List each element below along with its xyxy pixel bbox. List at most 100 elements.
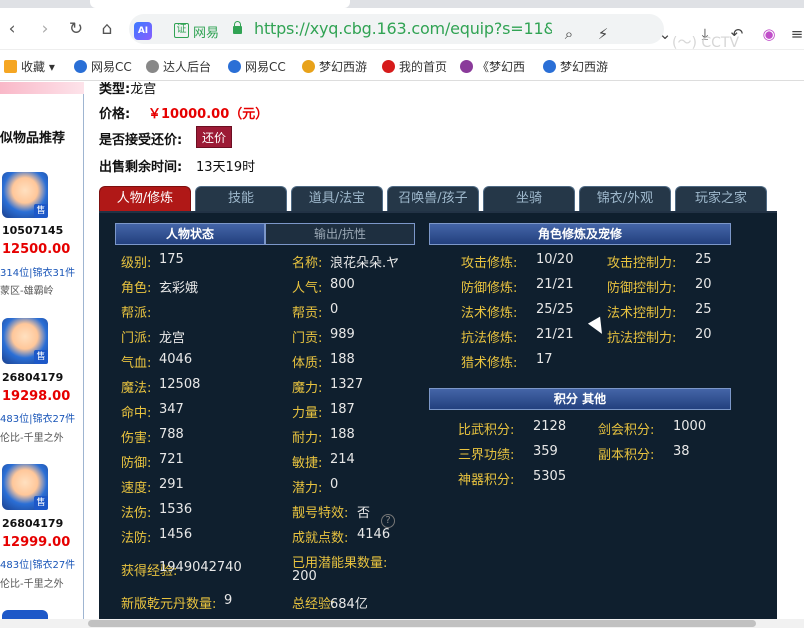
points-value: 1000	[673, 419, 707, 434]
item-id: 26804179	[2, 371, 64, 384]
browser-tab-strip	[0, 0, 804, 8]
bargain-label: 是否接受还价:	[99, 133, 183, 148]
tab-character[interactable]: 人物/修炼	[99, 186, 191, 212]
tab-player-home[interactable]: 玩家之家	[675, 186, 767, 212]
game-icon	[460, 60, 473, 73]
bookmark-label: 我的首页	[399, 60, 448, 74]
tab-skills[interactable]: 技能	[195, 186, 287, 212]
bookmark-label: 收藏	[21, 60, 46, 74]
price-label: 价格:	[99, 107, 131, 122]
time-value: 13天19时	[196, 160, 256, 175]
stat-label: 人气:	[292, 281, 323, 296]
stat-label: 法防:	[121, 531, 152, 546]
reload-icon[interactable]: ↻	[66, 19, 86, 39]
bookmark-label: 网易CC	[91, 60, 132, 74]
points-label: 比武积分:	[458, 423, 515, 438]
stat-label: 气血:	[121, 356, 152, 371]
stat-value: 788	[159, 427, 184, 442]
control-value: 20	[695, 327, 712, 342]
cultivation-value: 10/20	[536, 252, 574, 267]
cc-icon	[74, 60, 87, 73]
item-price: 19298.00	[2, 389, 71, 404]
stat-label: 命中:	[121, 406, 152, 421]
avatar[interactable]	[2, 172, 48, 218]
control-label: 抗法控制力:	[607, 331, 677, 346]
sidebar-title: 似物品推荐	[0, 131, 66, 146]
stat-label: 防御:	[121, 456, 152, 471]
lightning-icon[interactable]: ⚡	[594, 25, 612, 43]
section-char-status[interactable]: 人物状态	[115, 223, 265, 245]
watermark: (〜) CCTV	[672, 35, 740, 51]
bookmark-item[interactable]: 梦幻西游	[543, 58, 608, 75]
stat-label: 力量:	[292, 406, 323, 421]
avatar[interactable]	[2, 318, 48, 364]
browser-tab-active[interactable]	[90, 0, 350, 8]
item-meta[interactable]: 314位|锦衣31件	[0, 264, 75, 279]
stat-value: 浪花朵朵.ヤ	[330, 256, 400, 271]
points-value: 359	[533, 444, 558, 459]
scrollbar-thumb[interactable]	[88, 620, 756, 627]
stat-value: 玄彩娥	[159, 281, 199, 296]
stat-value: 200	[292, 569, 317, 584]
stat-label: 速度:	[121, 481, 152, 496]
bookmark-item[interactable]: 我的首页	[382, 58, 447, 75]
stat-value: 4146	[357, 527, 391, 542]
star-icon	[4, 60, 17, 73]
bargain-button[interactable]: 还价	[196, 126, 232, 148]
stat-label: 门派:	[121, 331, 152, 346]
cultivation-value: 17	[536, 352, 553, 367]
points-label: 神器积分:	[458, 473, 515, 488]
stat-value: 188	[330, 352, 355, 367]
help-icon[interactable]: ?	[381, 514, 395, 528]
lock-icon	[233, 21, 242, 34]
bookmark-item[interactable]: 达人后台	[146, 58, 211, 75]
home-icon[interactable]: ⌂	[97, 19, 117, 39]
stat-label: 体质:	[292, 356, 323, 371]
menu-icon[interactable]: ≡	[788, 25, 804, 43]
stat-label: 新版乾元丹数量:	[121, 597, 217, 612]
tab-outfits[interactable]: 锦衣/外观	[579, 186, 671, 212]
forward-icon[interactable]: ›	[35, 19, 55, 39]
item-meta[interactable]: 483位|锦衣27件	[0, 410, 75, 425]
stat-label: 耐力:	[292, 431, 323, 446]
stat-label: 成就点数:	[292, 531, 349, 546]
bookmark-label: 网易CC	[245, 60, 286, 74]
points-value: 38	[673, 444, 690, 459]
tab-pets[interactable]: 召唤兽/孩子	[387, 186, 479, 212]
item-server: 伦比-千里之外	[0, 579, 64, 590]
game-icon	[302, 60, 315, 73]
stat-label: 魔法:	[121, 381, 152, 396]
tab-mounts[interactable]: 坐骑	[483, 186, 575, 212]
tab-items[interactable]: 道具/法宝	[291, 186, 383, 212]
item-meta[interactable]: 483位|锦衣27件	[0, 556, 75, 571]
bookmark-item[interactable]: 梦幻西游	[302, 58, 367, 75]
item-price: 12500.00	[2, 242, 71, 257]
bookmark-item[interactable]: 网易CC	[228, 58, 286, 75]
cc-icon	[543, 60, 556, 73]
stat-label: 潜力:	[292, 481, 323, 496]
stat-value: 214	[330, 452, 355, 467]
item-price: 12999.00	[2, 535, 71, 550]
stat-label: 名称:	[292, 256, 323, 271]
bookmark-item[interactable]: 《梦幻西	[460, 58, 525, 75]
extension-icon[interactable]: ◉	[760, 25, 778, 43]
stat-value: 1536	[159, 502, 193, 517]
globe-icon	[146, 60, 159, 73]
search-icon[interactable]: ⌕	[560, 25, 578, 43]
bookmark-favorites[interactable]: 收藏 ▾	[4, 58, 55, 75]
cultivation-value: 25/25	[536, 302, 574, 317]
url-text[interactable]: https://xyq.cbg.163.com/equip?s=11&eid=2…	[254, 19, 552, 41]
avatar[interactable]	[2, 464, 48, 510]
bookmark-item[interactable]: 网易CC	[74, 58, 132, 75]
stat-value: 9	[224, 593, 233, 608]
stat-value: 1949042740	[159, 560, 242, 575]
time-label: 出售剩余时间:	[99, 160, 183, 175]
stat-value: 12508	[159, 377, 201, 392]
points-label: 三界功绩:	[458, 448, 515, 463]
stat-label: 总经验:	[292, 597, 336, 612]
back-icon[interactable]: ‹	[2, 19, 22, 39]
stat-label: 角色:	[121, 281, 152, 296]
section-resist[interactable]: 输出/抗性	[265, 223, 415, 245]
control-label: 法术控制力:	[607, 306, 677, 321]
ai-icon[interactable]: AI	[134, 22, 152, 40]
